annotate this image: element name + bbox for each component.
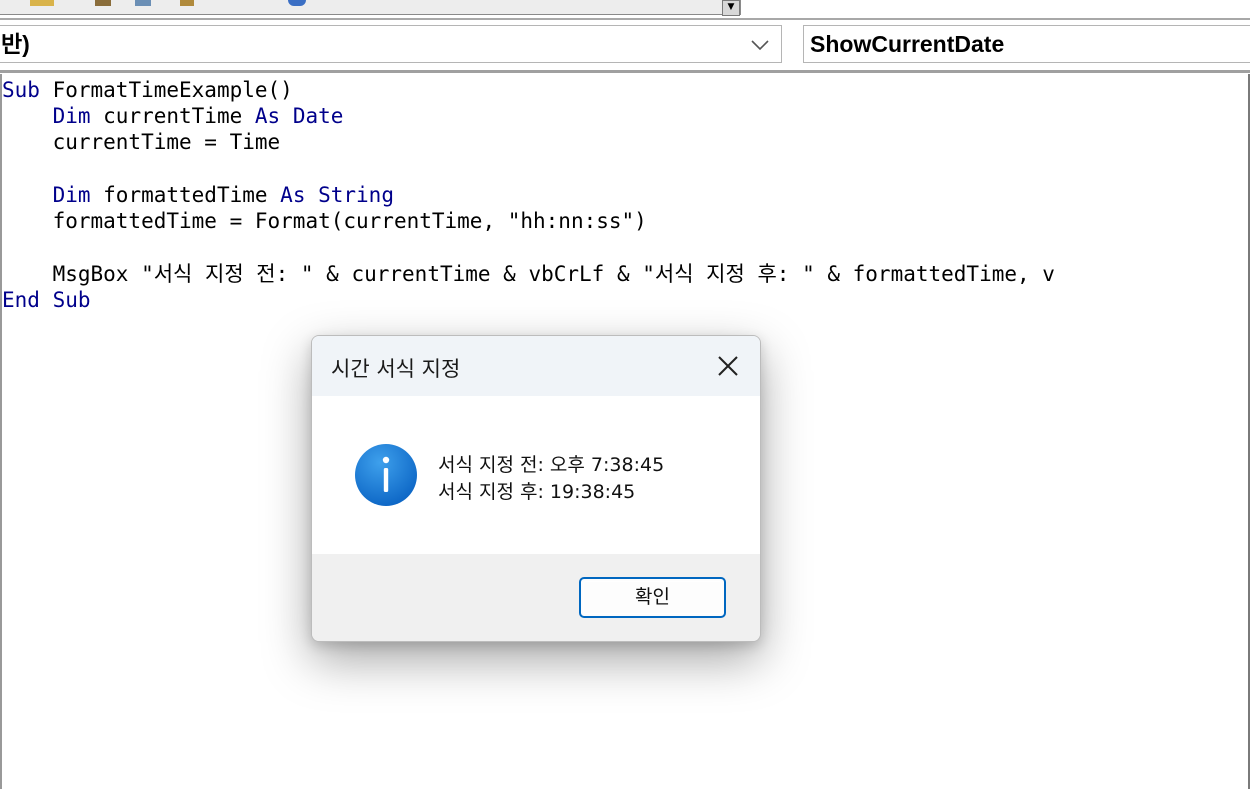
ok-button-label: 확인	[635, 586, 670, 608]
dialog-body: 서식 지정 전: 오후 7:38:45 서식 지정 후: 19:38:45	[312, 396, 760, 554]
code-line[interactable]: MsgBox "서식 지정 전: " & currentTime & vbCrL…	[2, 261, 1055, 287]
code-line[interactable]: Sub FormatTimeExample()	[2, 77, 293, 103]
code-line[interactable]: Dim formattedTime As String	[2, 182, 394, 208]
code-text: formattedTime = Format(currentTime, "hh:…	[52, 209, 647, 233]
ok-button[interactable]: 확인	[579, 577, 726, 618]
code-text: currentTime = Time	[52, 130, 281, 154]
procedure-combo[interactable]: ShowCurrentDate	[803, 25, 1250, 63]
dialog-titlebar[interactable]: 시간 서식 지정	[312, 336, 760, 396]
chevron-down-icon[interactable]	[749, 26, 771, 62]
message-line-before: 서식 지정 전: 오후 7:38:45	[438, 454, 665, 476]
code-line[interactable]: Dim currentTime As Date	[2, 103, 344, 129]
dialog-title: 시간 서식 지정	[331, 357, 461, 381]
toolbar-icon-insert[interactable]	[30, 0, 54, 6]
toolbar-icon-cut[interactable]	[95, 0, 111, 6]
close-icon[interactable]	[712, 350, 744, 382]
procedure-combo-value: ShowCurrentDate	[810, 31, 1005, 57]
toolbar-icon-copy[interactable]	[135, 0, 151, 6]
code-text: FormatTimeExample()	[39, 78, 293, 102]
code-window-header: 반) ShowCurrentDate	[0, 20, 1250, 73]
code-text: MsgBox "서식 지정 전: " & currentTime & vbCrL…	[52, 262, 1055, 286]
code-line[interactable]: currentTime = Time	[2, 129, 281, 155]
toolbar: ▼	[0, 0, 1250, 20]
toolbar-overflow-dropdown[interactable]: ▼	[722, 0, 740, 16]
code-keyword: As Date	[254, 104, 344, 128]
code-text: formattedTime	[90, 183, 281, 207]
toolbar-icon-paste[interactable]	[180, 0, 194, 6]
toolbar-buttons	[0, 0, 741, 15]
code-keyword: Dim	[52, 104, 91, 128]
code-keyword: Dim	[52, 183, 91, 207]
toolbar-icon-find[interactable]	[288, 0, 306, 6]
info-icon	[354, 443, 418, 507]
code-keyword: End Sub	[2, 288, 91, 312]
code-keyword: Sub	[2, 78, 40, 102]
code-keyword: As String	[280, 183, 394, 207]
code-text: currentTime	[90, 104, 255, 128]
dialog-footer: 확인	[312, 554, 760, 641]
message-line-after: 서식 지정 후: 19:38:45	[438, 481, 636, 503]
vba-editor-window: ▼ 반) ShowCurrentDate Sub FormatTimeExamp…	[0, 0, 1250, 789]
code-line[interactable]: End Sub	[2, 287, 91, 313]
object-combo-value: 반)	[1, 31, 30, 57]
object-combo[interactable]: 반)	[0, 25, 782, 63]
msgbox-dialog: 시간 서식 지정 서식 지정 전: 오후 7:38:45 서식 지정 후: 19…	[311, 335, 761, 642]
code-line[interactable]: formattedTime = Format(currentTime, "hh:…	[2, 208, 647, 234]
